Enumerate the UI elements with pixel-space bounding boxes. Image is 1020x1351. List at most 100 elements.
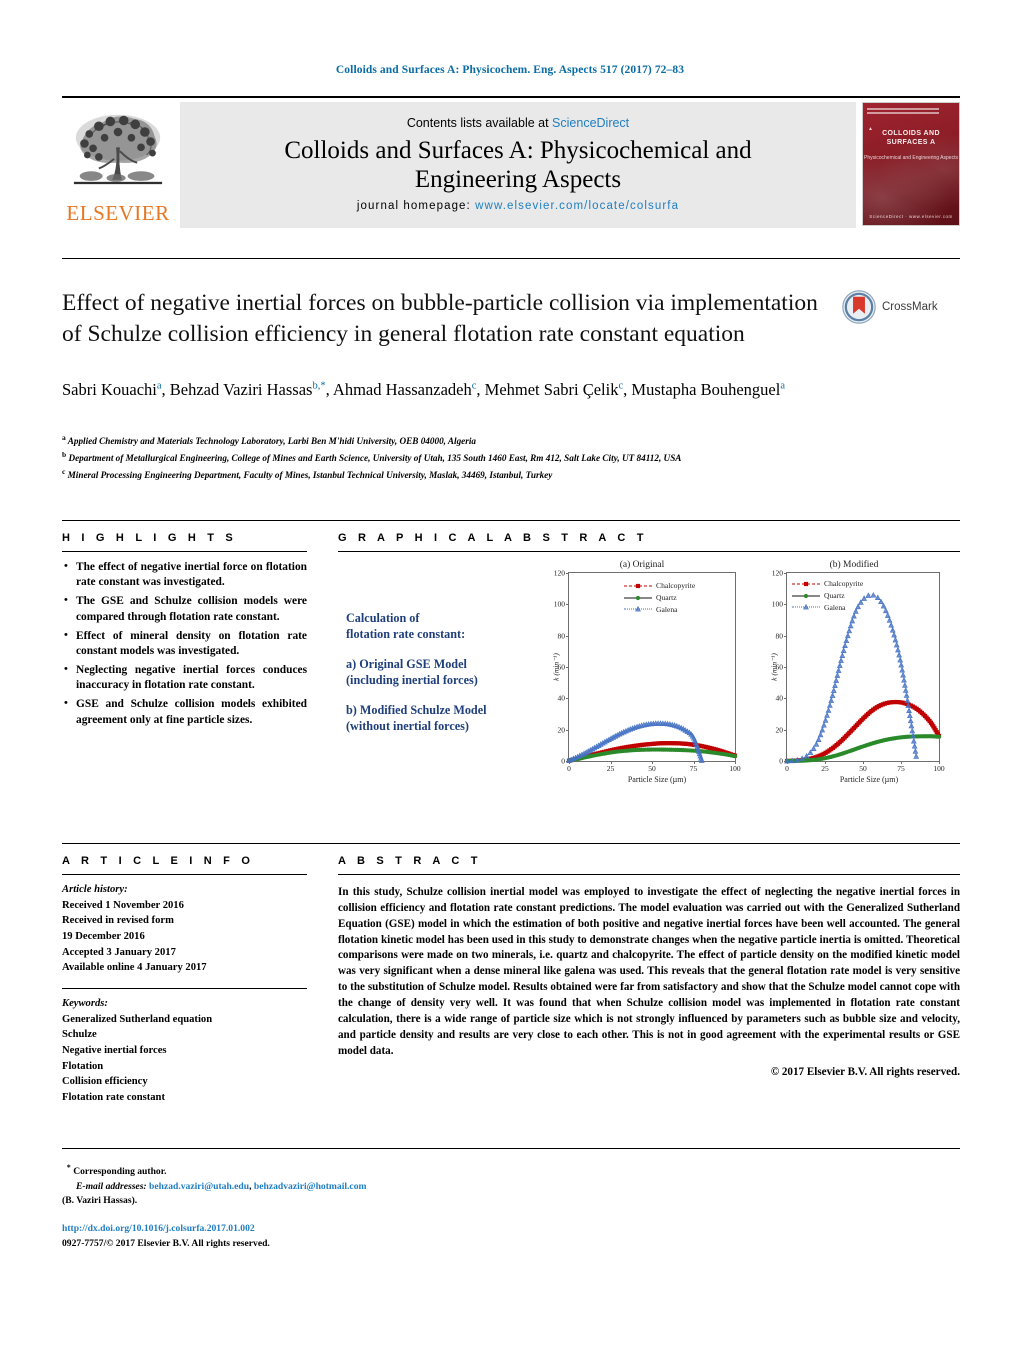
series-marker <box>822 717 829 723</box>
keyword-item: Flotation <box>62 1060 104 1072</box>
series-marker <box>892 636 899 643</box>
series-marker <box>897 656 904 663</box>
series-marker <box>936 734 942 739</box>
legend-item: Galena <box>792 602 863 614</box>
keyword-item: Negative inertial forces <box>62 1045 167 1057</box>
series-marker <box>895 646 901 653</box>
keyword-item: Flotation rate constant <box>62 1092 165 1104</box>
series-marker <box>904 697 911 703</box>
legend-item: Quartz <box>624 592 695 604</box>
caption-a-line2: (including inertial forces) <box>346 673 478 688</box>
series-marker <box>843 637 850 644</box>
list-item: Effect of mineral density on flotation r… <box>64 628 307 660</box>
series-marker <box>901 682 908 688</box>
email-owner: (B. Vaziri Hassas). <box>62 1194 138 1206</box>
y-axis-tick: 120 <box>771 568 783 578</box>
caption-intro: Calculation of flotation rate constant: <box>346 610 526 643</box>
series-marker <box>830 687 837 693</box>
legend-swatch <box>624 605 652 613</box>
highlights-section: H I G H L I G H T S The effect of negati… <box>62 532 307 731</box>
abstract-rule <box>338 874 960 875</box>
series-marker <box>906 707 912 713</box>
list-item: GSE and Schulze collision models exhibit… <box>64 696 307 728</box>
series-marker <box>846 627 853 634</box>
x-axis-tick: 25 <box>606 764 615 773</box>
article-info-rule <box>62 874 307 875</box>
elsevier-wordmark: ELSEVIER <box>66 201 170 225</box>
cover-subtitle: Physicochemical and Engineering Aspects <box>864 155 958 161</box>
contents-line: Contents lists available at ScienceDirec… <box>407 116 629 130</box>
abstract-section: A B S T R A C T In this study, Schulze c… <box>338 855 960 1078</box>
series-marker <box>880 602 887 609</box>
caption-b-line1: b) Modified Schulze Model <box>346 702 487 717</box>
email-link-1[interactable]: behzad.vaziri@utah.edu <box>149 1181 249 1192</box>
graphical-abstract-caption: Calculation of flotation rate constant: … <box>346 610 526 748</box>
series-marker <box>815 736 822 742</box>
series-marker <box>821 721 827 728</box>
series-marker <box>909 727 916 734</box>
journal-title: Colloids and Surfaces A: Physicochemical… <box>284 136 751 194</box>
series-marker <box>893 641 900 648</box>
author-list: Sabri Kouachia, Behzad Vaziri Hassasb,*,… <box>62 380 786 399</box>
series-marker <box>842 642 848 649</box>
keywords-label: Keywords: <box>62 998 108 1010</box>
affiliation-list: a Applied Chemistry and Materials Techno… <box>62 432 892 483</box>
legend-item: Galena <box>624 604 695 616</box>
caption-model-a: a) Original GSE Model (including inertia… <box>346 656 526 689</box>
series-marker <box>898 661 905 668</box>
series-marker <box>911 742 918 749</box>
series-marker <box>835 667 842 673</box>
series-marker <box>889 626 896 633</box>
homepage-url[interactable]: www.elsevier.com/locate/colsurfa <box>475 200 679 212</box>
x-axis-tick: 0 <box>785 764 789 773</box>
legend-item: Chalcopyrite <box>792 578 863 590</box>
series-marker <box>839 652 846 658</box>
chart-b-legend: Chalcopyrite Quartz Galena <box>792 578 863 613</box>
sciencedirect-link[interactable]: ScienceDirect <box>552 116 629 130</box>
running-head: Colloids and Surfaces A: Physicochem. En… <box>335 64 685 76</box>
crossmark-badge[interactable]: CrossMark <box>842 286 960 328</box>
history-item: Accepted 3 January 2017 <box>62 946 176 958</box>
series-marker <box>833 677 840 683</box>
caption-a-line1: a) Original GSE Model <box>346 656 467 671</box>
series-marker <box>838 657 844 663</box>
cover-gradient <box>863 103 959 225</box>
series-marker <box>825 707 832 713</box>
journal-masthead: ELSEVIER Contents lists available at Sci… <box>62 96 960 228</box>
doi-link[interactable]: http://dx.doi.org/10.1016/j.colsurfa.201… <box>62 1222 622 1237</box>
series-marker <box>886 617 893 623</box>
series-marker <box>913 753 920 759</box>
series-marker <box>888 621 895 628</box>
asterisk-mark: * <box>66 1163 71 1172</box>
x-axis-tick: 100 <box>933 764 945 773</box>
chart-modified: (b) Modified k (min⁻¹) 0 20 40 60 80 100 120 0 2… <box>756 560 952 796</box>
series-marker <box>826 702 833 708</box>
keyword-item: Collision efficiency <box>62 1076 148 1088</box>
y-axis-tick: 80 <box>775 631 784 641</box>
corresponding-author-note: * Corresponding author. E-mail addresses… <box>62 1162 582 1208</box>
legend-label: Galena <box>656 604 678 614</box>
caption-line1: Calculation of <box>346 611 420 625</box>
series-marker <box>840 647 847 653</box>
abstract-copyright: © 2017 Elsevier B.V. All rights reserved… <box>770 1066 960 1079</box>
highlights-rule <box>62 551 307 552</box>
corresponding-author-line: * Corresponding author. <box>62 1162 582 1180</box>
cover-footer: ScienceDirect · www.elsevier.com <box>869 214 953 219</box>
series-marker <box>847 622 854 629</box>
journal-title-line2: Engineering Aspects <box>414 166 622 193</box>
abstract-heading: A B S T R A C T <box>338 855 482 867</box>
series-marker <box>829 692 836 698</box>
legend-swatch <box>624 594 652 602</box>
y-axis-tick: 20 <box>557 725 566 735</box>
journal-homepage: journal homepage: www.elsevier.com/locat… <box>357 200 679 212</box>
series-marker <box>849 617 856 624</box>
x-tick-mark <box>735 761 736 764</box>
y-axis-tick: 40 <box>775 693 784 703</box>
keywords-block: Keywords: Generalized Sutherland equatio… <box>62 996 307 1106</box>
x-tick-mark <box>863 761 864 764</box>
y-axis-tick: 40 <box>557 693 566 703</box>
keyword-item: Generalized Sutherland equation <box>62 1013 213 1025</box>
y-axis-tick: 60 <box>557 662 566 672</box>
history-item: Received in revised form <box>62 915 174 927</box>
email-link-2[interactable]: behzadvaziri@hotmail.com <box>254 1181 367 1192</box>
